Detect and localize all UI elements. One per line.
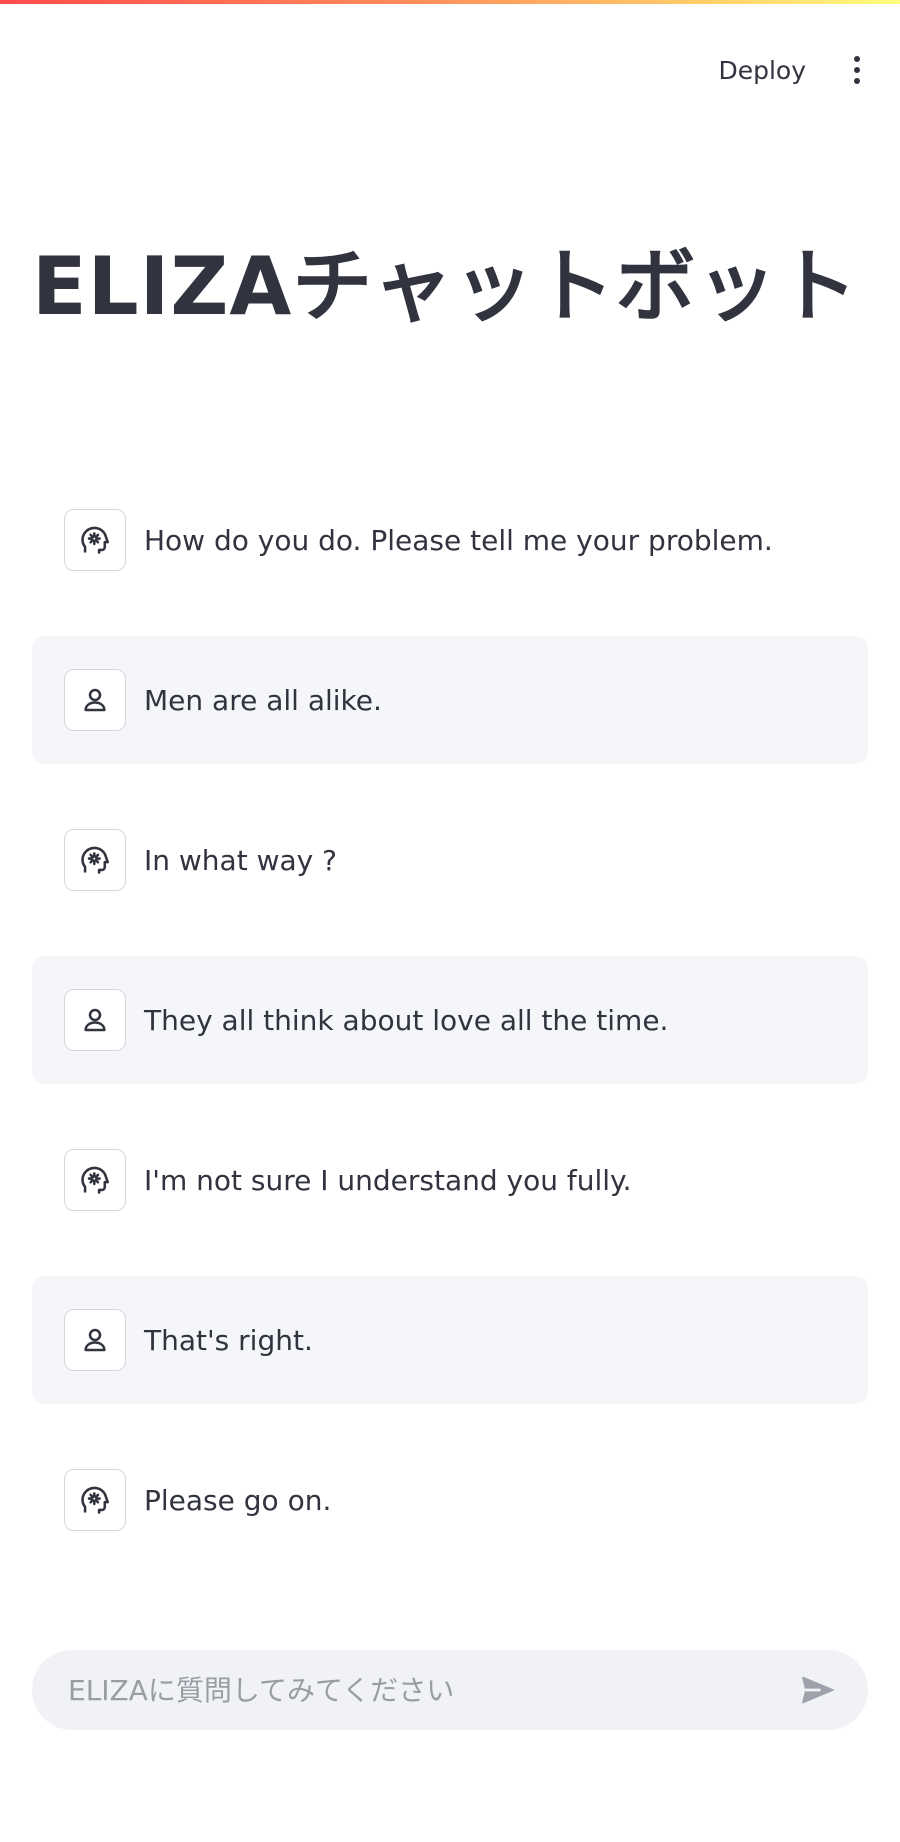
page-title: ELIZAチャットボット	[32, 240, 859, 333]
bot-head-gear-icon	[64, 1469, 126, 1531]
user-icon	[64, 1309, 126, 1371]
user-icon	[64, 669, 126, 731]
chat-message-user: That's right.	[32, 1276, 868, 1404]
menu-dot	[854, 78, 860, 84]
message-text: Please go on.	[144, 1483, 332, 1517]
menu-dot	[854, 56, 860, 62]
message-text: They all think about love all the time.	[144, 1003, 669, 1037]
chat-message-list: How do you do. Please tell me your probl…	[32, 476, 868, 1596]
chat-message-user: Men are all alike.	[32, 636, 868, 764]
message-text: Men are all alike.	[144, 683, 382, 717]
chat-message-assistant: Please go on.	[32, 1436, 868, 1564]
chat-message-assistant: In what way ?	[32, 796, 868, 924]
chat-input[interactable]	[66, 1672, 794, 1708]
bot-head-gear-icon	[64, 829, 126, 891]
user-icon	[64, 989, 126, 1051]
bot-head-gear-icon	[64, 1149, 126, 1211]
chat-message-assistant: How do you do. Please tell me your probl…	[32, 476, 868, 604]
chat-message-assistant: I'm not sure I understand you fully.	[32, 1116, 868, 1244]
menu-dot	[854, 67, 860, 73]
message-text: In what way ?	[144, 843, 337, 877]
more-vertical-icon[interactable]	[840, 48, 874, 92]
chat-input-bar	[32, 1650, 868, 1730]
message-text: How do you do. Please tell me your probl…	[144, 523, 773, 557]
deploy-button[interactable]: Deploy	[710, 50, 814, 91]
chat-message-user: They all think about love all the time.	[32, 956, 868, 1084]
header-toolbar: Deploy	[710, 48, 874, 92]
app-root: Deploy ELIZAチャットボット How do you do. Pleas…	[0, 0, 900, 1842]
top-decoration-bar	[0, 0, 900, 4]
message-text: I'm not sure I understand you fully.	[144, 1163, 632, 1197]
bot-head-gear-icon	[64, 509, 126, 571]
send-icon[interactable]	[794, 1666, 842, 1714]
message-text: That's right.	[144, 1323, 313, 1357]
